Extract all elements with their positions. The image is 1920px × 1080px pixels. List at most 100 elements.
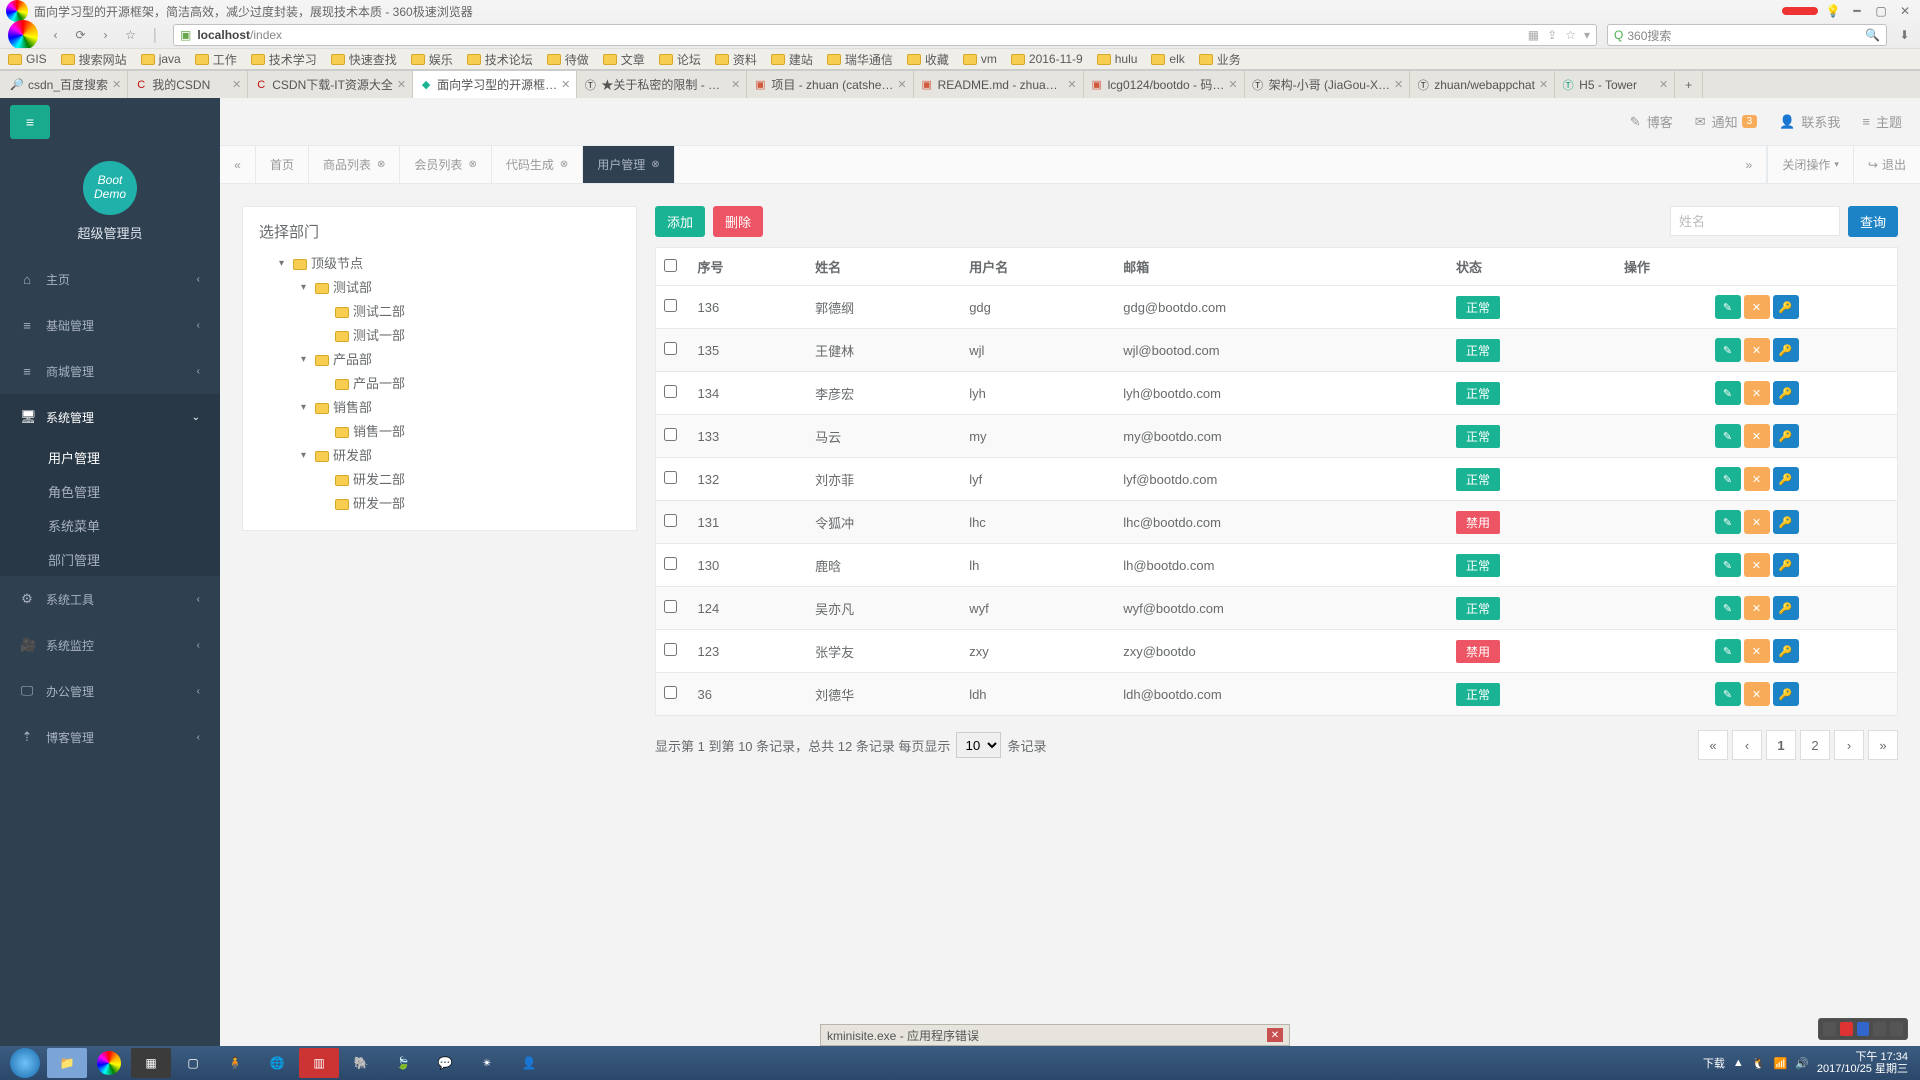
page-button[interactable]: » — [1868, 730, 1898, 760]
download-icon[interactable]: ⬇ — [1897, 28, 1912, 43]
edit-button[interactable]: ✎ — [1715, 510, 1741, 534]
tab-close-icon[interactable]: ✕ — [232, 78, 241, 91]
bookmark[interactable]: 待做 — [547, 51, 589, 68]
page-button[interactable]: 1 — [1766, 730, 1796, 760]
edit-button[interactable]: ✎ — [1715, 467, 1741, 491]
remove-button[interactable]: ✕ — [1744, 639, 1770, 663]
content-tab[interactable]: 商品列表⊗ — [309, 146, 400, 183]
bookmark[interactable]: 瑞华通信 — [827, 51, 893, 68]
row-select[interactable] — [664, 299, 677, 312]
tab-close-icon[interactable]: ✕ — [897, 78, 906, 91]
edit-button[interactable]: ✎ — [1715, 424, 1741, 448]
row-select[interactable] — [664, 428, 677, 441]
add-button[interactable]: 添加 — [655, 206, 705, 237]
logout-button[interactable]: ↪退出 — [1853, 146, 1920, 183]
nav-系统监控[interactable]: 🎥系统监控‹ — [0, 622, 220, 668]
key-button[interactable]: 🔑 — [1773, 295, 1799, 319]
col-name[interactable]: 姓名 — [807, 248, 961, 286]
browser-tab[interactable]: ▣README.md - zhuan…✕ — [914, 71, 1084, 98]
tab-close-icon[interactable]: ✕ — [561, 78, 570, 91]
page-size-select[interactable]: 10 — [956, 732, 1001, 758]
tree-toggle-icon[interactable]: ▾ — [301, 276, 311, 300]
forward-button[interactable]: › — [98, 28, 113, 43]
row-select[interactable] — [664, 643, 677, 656]
key-button[interactable]: 🔑 — [1773, 424, 1799, 448]
tree-node[interactable]: ▾ 顶级节点 — [259, 252, 620, 276]
error-popup[interactable]: kminisite.exe - 应用程序错误✕ — [820, 1024, 1290, 1046]
tab-close-icon[interactable]: ⊗ — [468, 159, 476, 170]
top-theme[interactable]: ≡主题 — [1862, 112, 1902, 131]
remove-button[interactable]: ✕ — [1744, 424, 1770, 448]
bookmark[interactable]: 搜索网站 — [61, 51, 127, 68]
edit-button[interactable]: ✎ — [1715, 639, 1741, 663]
refresh-button[interactable]: ⟳ — [73, 28, 88, 43]
tab-close-ops[interactable]: 关闭操作▾ — [1767, 146, 1853, 183]
tree-node[interactable]: ▾ 产品部 — [259, 348, 620, 372]
nav-主页[interactable]: ⌂主页‹ — [0, 256, 220, 302]
tray-clock[interactable]: 下午 17:34 2017/10/25 星期三 — [1817, 1051, 1908, 1075]
row-select[interactable] — [664, 342, 677, 355]
remove-button[interactable]: ✕ — [1744, 510, 1770, 534]
col-seq[interactable]: 序号 — [690, 248, 808, 286]
task-chrome[interactable]: 🌐 — [257, 1048, 297, 1078]
tab-close-icon[interactable]: ✕ — [1228, 78, 1237, 91]
dropdown-icon[interactable]: ▾ — [1584, 28, 1590, 42]
task-360[interactable] — [89, 1048, 129, 1078]
favorite-button[interactable]: ☆ — [123, 28, 138, 43]
browser-tab[interactable]: C我的CSDN✕ — [128, 71, 248, 98]
bookmark[interactable]: java — [141, 52, 181, 66]
tab-close-icon[interactable]: ✕ — [397, 78, 406, 91]
search-bar[interactable]: Q 360搜索 🔍 — [1607, 24, 1887, 46]
minimize-button[interactable]: ━ — [1848, 4, 1866, 18]
bookmark[interactable]: 技术论坛 — [467, 51, 533, 68]
nav-办公管理[interactable]: 🖵办公管理‹ — [0, 668, 220, 714]
slider-red[interactable] — [1782, 7, 1818, 15]
tree-node[interactable]: 研发一部 — [259, 492, 620, 516]
edit-button[interactable]: ✎ — [1715, 295, 1741, 319]
key-button[interactable]: 🔑 — [1773, 338, 1799, 362]
edit-button[interactable]: ✎ — [1715, 553, 1741, 577]
bookmark[interactable]: 2016-11-9 — [1011, 52, 1083, 66]
task-terminal[interactable]: ▢ — [173, 1048, 213, 1078]
tree-node[interactable]: 测试二部 — [259, 300, 620, 324]
task-app4[interactable]: 🍃 — [383, 1048, 423, 1078]
tray-vol-icon[interactable]: 🔊 — [1795, 1057, 1809, 1070]
remove-button[interactable]: ✕ — [1744, 553, 1770, 577]
tree-toggle-icon[interactable]: ▾ — [279, 252, 289, 276]
tab-scroll-right[interactable]: » — [1731, 146, 1767, 183]
tab-close-icon[interactable]: ✕ — [112, 78, 121, 91]
query-button[interactable]: 查询 — [1848, 206, 1898, 237]
browser-tab[interactable]: Ⓣzhuan/webappchat✕ — [1410, 71, 1555, 98]
bookmark[interactable]: 技术学习 — [251, 51, 317, 68]
page-button[interactable]: › — [1834, 730, 1864, 760]
browser-tab[interactable]: ◆面向学习型的开源框…✕ — [413, 71, 577, 98]
remove-button[interactable]: ✕ — [1744, 467, 1770, 491]
task-app3[interactable]: 🐘 — [341, 1048, 381, 1078]
tree-node[interactable]: 测试一部 — [259, 324, 620, 348]
page-button[interactable]: ‹ — [1732, 730, 1762, 760]
key-button[interactable]: 🔑 — [1773, 553, 1799, 577]
tray-net-icon[interactable]: 📶 — [1773, 1057, 1787, 1070]
tree-node[interactable]: 销售一部 — [259, 420, 620, 444]
task-ide[interactable]: ▦ — [131, 1048, 171, 1078]
edit-button[interactable]: ✎ — [1715, 338, 1741, 362]
tree-toggle-icon[interactable]: ▾ — [301, 444, 311, 468]
edit-button[interactable]: ✎ — [1715, 381, 1741, 405]
qr-icon[interactable]: ▦ — [1528, 28, 1539, 42]
nav-商城管理[interactable]: ≡商城管理‹ — [0, 348, 220, 394]
remove-button[interactable]: ✕ — [1744, 381, 1770, 405]
nav-基础管理[interactable]: ≡基础管理‹ — [0, 302, 220, 348]
edit-button[interactable]: ✎ — [1715, 682, 1741, 706]
top-notice[interactable]: ✉通知3 — [1695, 112, 1757, 131]
share-icon[interactable]: ⇪ — [1547, 28, 1557, 42]
tab-close-icon[interactable]: ⊗ — [651, 159, 659, 170]
tab-scroll-left[interactable]: « — [220, 146, 256, 183]
tree-toggle-icon[interactable]: ▾ — [301, 396, 311, 420]
browser-tab[interactable]: 🔎csdn_百度搜索✕ — [4, 71, 128, 98]
row-select[interactable] — [664, 385, 677, 398]
tab-close-icon[interactable]: ✕ — [731, 78, 740, 91]
lightbulb-icon[interactable]: 💡 — [1824, 4, 1842, 18]
bookmark[interactable]: 业务 — [1199, 51, 1241, 68]
key-button[interactable]: 🔑 — [1773, 467, 1799, 491]
tree-node[interactable]: ▾ 测试部 — [259, 276, 620, 300]
